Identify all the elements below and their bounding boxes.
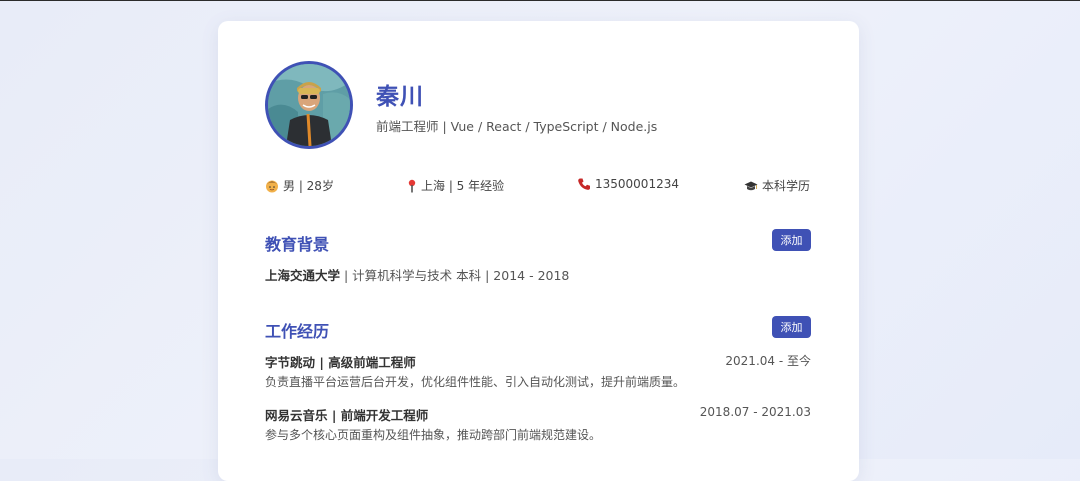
info-location-exp: 上海 | 5 年经验	[407, 177, 504, 194]
profile-name: 秦川	[376, 84, 424, 110]
job-description: 负责直播平台运营后台开发，优化组件性能、引入自动化测试，提升前端质量。	[265, 375, 686, 389]
job-heading: 网易云音乐 | 前端开发工程师	[265, 408, 429, 423]
person-icon	[265, 179, 279, 193]
location-exp-text: 上海 | 5 年经验	[421, 179, 505, 193]
info-phone: 13500001234	[577, 177, 679, 191]
school-name: 上海交通大学	[265, 268, 341, 283]
phone-text: 13500001234	[595, 177, 679, 191]
degree-text: 本科学历	[762, 179, 811, 193]
work-section-title: 工作经历	[265, 322, 330, 341]
job-heading: 字节跳动 | 高级前端工程师	[265, 355, 416, 370]
education-entry: 上海交通大学 | 计算机科学与技术 本科 | 2014 - 2018	[265, 265, 569, 284]
profile-title: 前端工程师 | Vue / React / TypeScript / Node.…	[376, 119, 658, 134]
job-date: 2021.04 - 至今	[725, 354, 811, 368]
avatar	[265, 61, 353, 149]
graduation-cap-icon	[744, 179, 758, 193]
resume-card: 秦川 前端工程师 | Vue / React / TypeScript / No…	[218, 21, 859, 481]
education-detail: | 计算机科学与技术 本科 | 2014 - 2018	[340, 268, 570, 283]
top-border-line	[0, 0, 1080, 1]
info-gender-age: 男 | 28岁	[265, 177, 334, 194]
add-work-button[interactable]: 添加	[772, 316, 811, 338]
job-date: 2018.07 - 2021.03	[699, 405, 811, 419]
gender-age-text: 男 | 28岁	[283, 179, 334, 193]
location-pin-icon	[407, 179, 417, 193]
phone-icon	[577, 177, 591, 191]
education-section-title: 教育背景	[265, 235, 330, 254]
job-description: 参与多个核心页面重构及组件抽象，推动跨部门前端规范建设。	[265, 428, 602, 442]
info-degree: 本科学历	[744, 177, 810, 194]
add-education-button[interactable]: 添加	[772, 229, 811, 251]
